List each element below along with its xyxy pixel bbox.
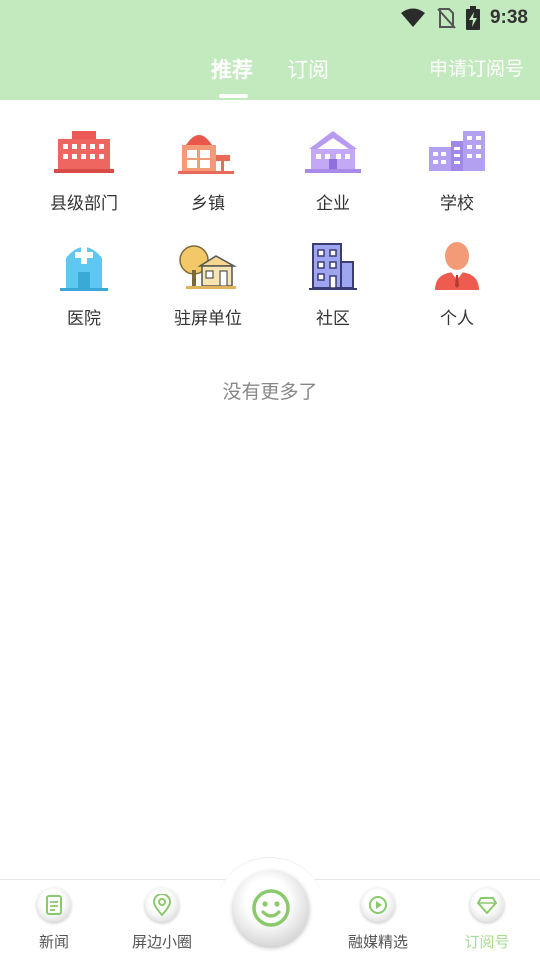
nav-news[interactable]: 新闻 [9, 888, 99, 952]
category-person[interactable]: 个人 [390, 240, 524, 350]
top-header: 9:38 推荐 订阅 申请订阅号 [0, 0, 540, 100]
category-label: 乡镇 [191, 194, 225, 214]
category-school[interactable]: 学校 [390, 125, 524, 235]
no-more-text: 没有更多了 [222, 381, 318, 403]
nav-nearby-circle[interactable]: 屏边小圈 [117, 888, 207, 952]
category-township[interactable]: 乡镇 [141, 125, 275, 235]
nav-subscription[interactable]: 订阅号 [442, 888, 532, 952]
category-label: 企业 [316, 194, 350, 214]
smiley-icon [252, 889, 290, 927]
category-label: 医院 [67, 309, 101, 329]
category-community[interactable]: 社区 [266, 240, 400, 350]
category-enterprise[interactable]: 企业 [266, 125, 400, 235]
top-tabs: 推荐 订阅 申请订阅号 [0, 54, 540, 88]
category-label: 学校 [440, 194, 474, 214]
bottom-navigation: 新闻 屏边小圈 融媒精选 订阅号 [0, 857, 540, 960]
apply-subscription-link[interactable]: 申请订阅号 [429, 54, 524, 81]
tab-subscribe[interactable]: 订阅 [287, 54, 329, 84]
category-label: 社区 [316, 309, 350, 329]
category-stationed-unit[interactable]: 驻屏单位 [141, 240, 275, 350]
battery-charging-icon [465, 6, 480, 30]
school-icon [427, 125, 487, 177]
community-icon [303, 240, 363, 292]
government-building-icon [54, 125, 114, 177]
location-pin-icon [145, 888, 179, 922]
center-smiley-button[interactable] [233, 870, 309, 946]
nav-label: 融媒精选 [347, 933, 408, 951]
nav-label: 新闻 [38, 933, 69, 951]
status-bar: 9:38 [400, 5, 528, 31]
category-county-departments[interactable]: 县级部门 [17, 125, 151, 235]
nav-label: 屏边小圈 [131, 933, 192, 951]
status-time: 9:38 [489, 7, 528, 28]
enterprise-icon [303, 125, 363, 177]
person-icon [427, 240, 487, 292]
nav-label: 订阅号 [464, 933, 510, 951]
play-icon [361, 888, 395, 922]
township-icon [178, 125, 238, 177]
wifi-icon [400, 8, 425, 27]
news-icon [37, 888, 71, 922]
category-label: 驻屏单位 [174, 309, 242, 329]
diamond-icon [470, 888, 504, 922]
active-tab-indicator [219, 94, 248, 98]
category-label: 个人 [440, 309, 474, 329]
category-label: 县级部门 [50, 194, 118, 214]
category-hospital[interactable]: 医院 [17, 240, 151, 350]
no-sim-icon [437, 8, 456, 29]
nav-media-selection[interactable]: 融媒精选 [333, 888, 423, 952]
hospital-icon [54, 240, 114, 292]
stationed-unit-icon [178, 240, 238, 292]
tab-recommend[interactable]: 推荐 [211, 54, 253, 84]
